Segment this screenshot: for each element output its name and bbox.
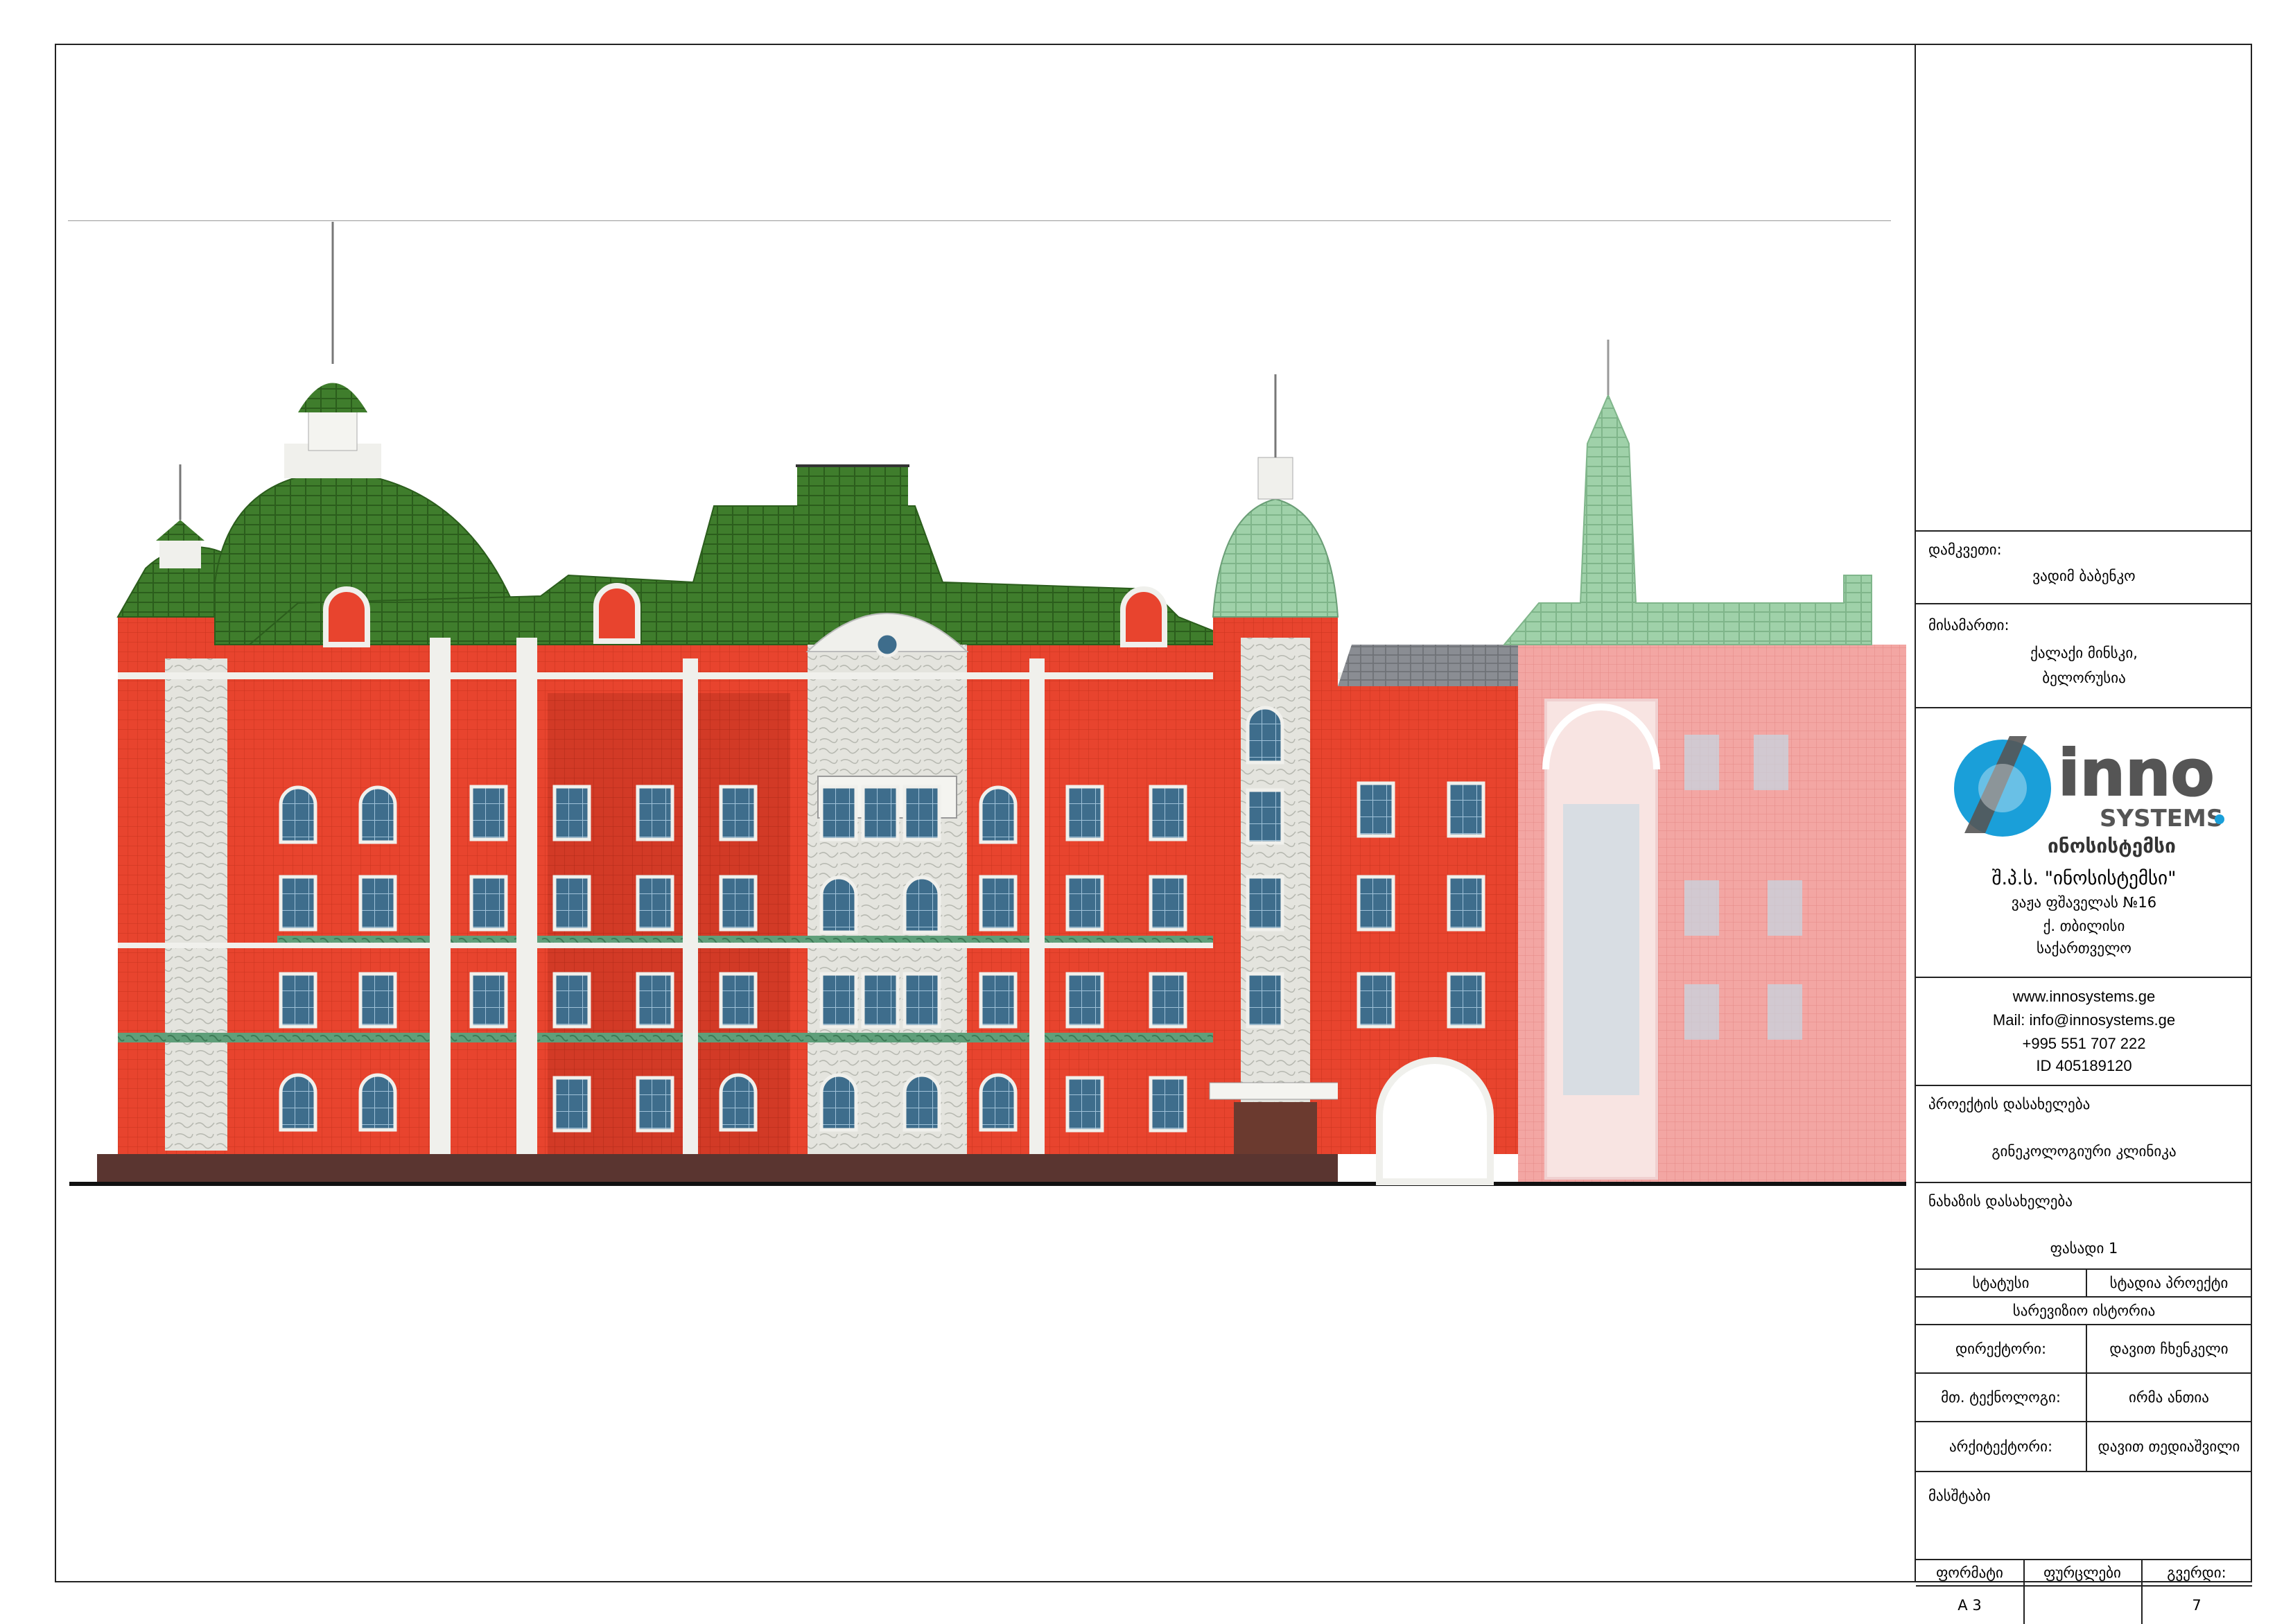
- director-label: დირექტორი:: [1955, 1341, 2047, 1357]
- technologist-row: მთ. ტექნოლოგი: ირმა ანთია: [1916, 1372, 2252, 1421]
- page-label: გვერდი:: [2167, 1564, 2226, 1581]
- project-value: გინეკოლოგიური კლინიკა: [1991, 1143, 2177, 1160]
- customer-row: დამკვეთი: ვადიმ ბაბენკო: [1916, 530, 2252, 603]
- logo-brand-sub: SYSTEMS: [2100, 805, 2223, 832]
- company-logo: inno SYSTEMS ინოსისტემსი: [1954, 735, 2224, 857]
- drawing-title-row: ნახაზის დასახელება ფასადი 1: [1916, 1182, 2252, 1268]
- technologist-label: მთ. ტექნოლოგი:: [1941, 1389, 2061, 1406]
- facade-elevation-drawing: [69, 222, 1906, 1186]
- title-block: დამკვეთი: ვადიმ ბაბენკო მისამართი: ქალაქ…: [1915, 44, 2252, 1624]
- sheets-value: [2023, 1587, 2141, 1624]
- customer-label: დამკვეთი:: [1928, 541, 2002, 558]
- mail-link[interactable]: Mail: info@innosystems.ge: [1916, 1011, 2252, 1029]
- scale-label: მასშტაბი: [1928, 1487, 1991, 1504]
- format-value-row: A 3 7: [1916, 1585, 2252, 1624]
- status-value: სტადია პროექტი: [2109, 1275, 2229, 1291]
- status-row: სტატუსი სტადია პროექტი: [1916, 1268, 2252, 1296]
- sheets-label: ფურცლები: [2043, 1564, 2121, 1581]
- logo-brand-geo: ინოსისტემსი: [2048, 835, 2176, 857]
- format-value: A 3: [1958, 1597, 1982, 1614]
- company-row: inno SYSTEMS ინოსისტემსი შ.პ.ს. "ინოსისტ…: [1916, 707, 2252, 957]
- drawing-value: ფასადი 1: [2050, 1240, 2118, 1257]
- scale-row: მასშტაბი: [1916, 1471, 2252, 1561]
- phone-number: +995 551 707 222: [2022, 1035, 2146, 1052]
- contacts-row: www.innosystems.ge Mail: info@innosystem…: [1916, 977, 2252, 1085]
- revision-row: სარევიზიო ისტორია: [1916, 1296, 2252, 1324]
- status-label: სტატუსი: [1972, 1275, 2030, 1291]
- architect-label: არქიტექტორი:: [1948, 1438, 2053, 1455]
- page-value: 7: [2192, 1597, 2202, 1614]
- website-link[interactable]: www.innosystems.ge: [1916, 988, 2252, 1006]
- address-line-1: ქალაქი მინსკი,: [2030, 645, 2138, 661]
- company-street: ვაჟა ფშაველას №16: [2011, 894, 2157, 911]
- company-city: ქ. თბილისი: [2043, 918, 2125, 934]
- company-id: ID 405189120: [2036, 1057, 2132, 1074]
- company-name: შ.პ.ს. "ინოსისტემსი": [1991, 868, 2177, 889]
- company-country: საქართველო: [2037, 940, 2131, 957]
- address-label: მისამართი:: [1928, 617, 2009, 634]
- address-line-2: ბელორუსია: [2042, 670, 2126, 686]
- format-header-row: ფორმატი ფურცლები გვერდი:: [1916, 1559, 2252, 1585]
- project-row: პროექტის დასახელება გინეკოლოგიური კლინიკ…: [1916, 1085, 2252, 1182]
- drawing-label: ნახაზის დასახელება: [1928, 1193, 2073, 1210]
- customer-value: ვადიმ ბაბენკო: [2032, 568, 2136, 584]
- director-row: დირექტორი: დავით ჩხენკელი: [1916, 1324, 2252, 1372]
- project-label: პროექტის დასახელება: [1928, 1096, 2091, 1112]
- director-value: დავით ჩხენკელი: [2109, 1341, 2229, 1357]
- architect-row: არქიტექტორი: დავით თედიაშვილი: [1916, 1421, 2252, 1471]
- logo-brand-main: inno: [2058, 736, 2215, 810]
- format-label: ფორმატი: [1936, 1564, 2003, 1581]
- technologist-value: ირმა ანთია: [2129, 1389, 2209, 1406]
- revision-label: სარევიზიო ისტორია: [2012, 1302, 2156, 1319]
- address-row: მისამართი: ქალაქი მინსკი, ბელორუსია: [1916, 603, 2252, 707]
- architect-value: დავით თედიაშვილი: [2098, 1438, 2240, 1455]
